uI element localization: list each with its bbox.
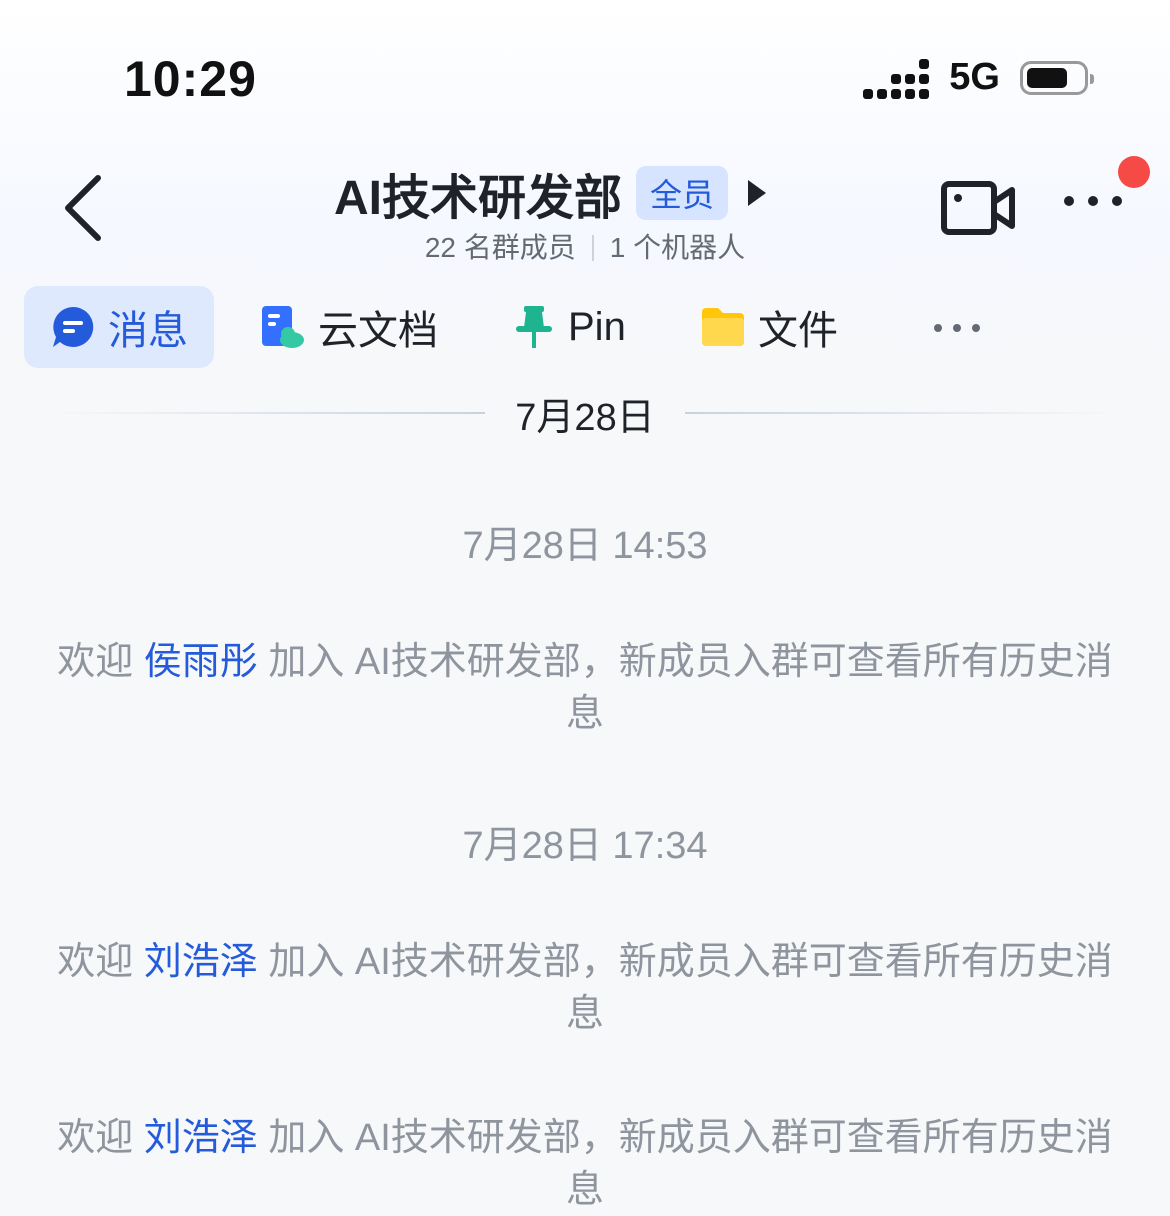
chat-title: AI技术研发部 — [333, 172, 622, 225]
system-message: 欢迎 刘浩泽 加入 AI技术研发部，新成员入群可查看所有历史消息 — [57, 1117, 1113, 1211]
divider — [591, 235, 594, 261]
member-name-link[interactable]: 侯雨彤 — [144, 641, 258, 683]
video-call-icon[interactable] — [940, 178, 1016, 238]
network-type: 5G — [949, 56, 1000, 98]
tab-messages[interactable]: 消息 — [24, 286, 214, 368]
member-count: 22 名群成员 — [424, 232, 576, 263]
chat-tabs: 消息 云文档 Pin 文件 — [24, 286, 1154, 368]
expand-arrow-icon — [748, 180, 767, 206]
date-divider: 7月28日 — [50, 388, 1120, 439]
tab-label: 消息 — [108, 309, 188, 353]
status-indicators: 5G — [863, 56, 1094, 99]
message-timestamp: 7月28日 17:34 — [462, 825, 708, 867]
signal-icon — [863, 57, 930, 99]
pin-icon — [516, 306, 552, 348]
battery-icon — [1020, 60, 1094, 95]
bot-count: 1 个机器人 — [609, 232, 746, 263]
system-message: 欢迎 刘浩泽 加入 AI技术研发部，新成员入群可查看所有历史消息 — [57, 941, 1113, 1035]
tabs-more-icon[interactable] — [934, 324, 980, 332]
member-name-link[interactable]: 刘浩泽 — [144, 941, 258, 983]
date-divider-label: 7月28日 — [515, 396, 655, 439]
tab-pin[interactable]: Pin — [512, 286, 626, 368]
tab-cloud-docs[interactable]: 云文档 — [260, 286, 438, 368]
more-options-icon[interactable] — [1064, 196, 1122, 206]
member-name-link[interactable]: 刘浩泽 — [144, 1117, 258, 1159]
all-members-badge: 全员 — [636, 166, 729, 220]
tab-files[interactable]: 文件 — [700, 286, 838, 368]
folder-icon — [702, 308, 744, 346]
notification-dot — [1118, 156, 1150, 188]
cloud-doc-icon — [262, 306, 304, 348]
message-timestamp: 7月28日 14:53 — [462, 525, 708, 567]
tab-label: 云文档 — [318, 309, 438, 353]
status-time: 10:29 — [124, 51, 257, 107]
message-icon — [53, 306, 94, 347]
tab-label: 文件 — [758, 309, 838, 353]
system-message: 欢迎 侯雨彤 加入 AI技术研发部，新成员入群可查看所有历史消息 — [57, 641, 1113, 735]
tab-label: Pin — [568, 304, 626, 349]
